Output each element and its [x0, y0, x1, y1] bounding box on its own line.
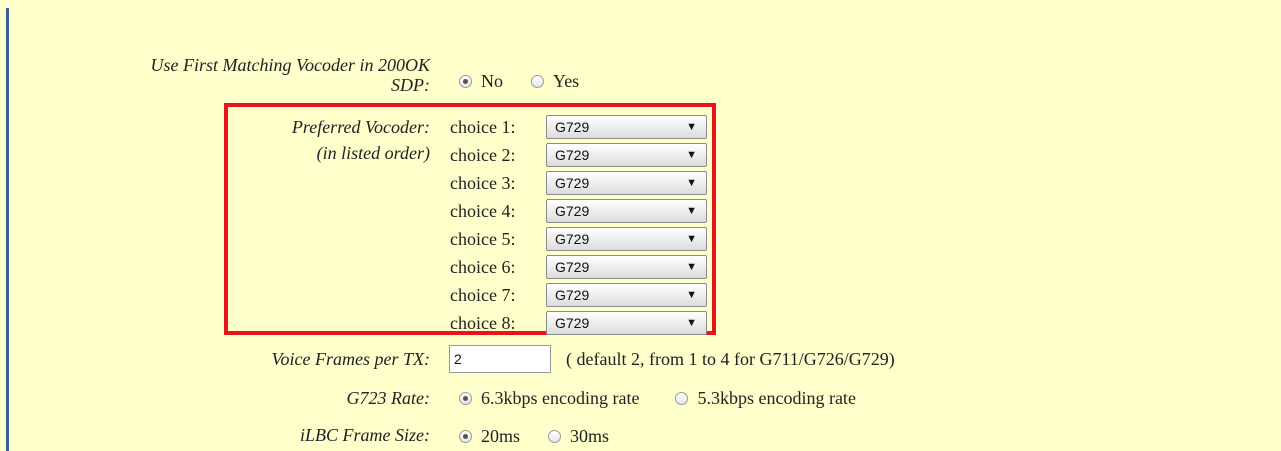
chevron-down-icon: ▼: [686, 149, 697, 161]
vocoder-choice-label: choice 8:: [450, 313, 516, 333]
select-value: G729: [555, 315, 590, 331]
preferred-vocoder-label-line1: Preferred Vocoder:: [291, 117, 430, 137]
vocoder-200ok-label: Use First Matching Vocoder in 200OK SDP:: [40, 55, 430, 95]
vocoder-choice-label: choice 5:: [450, 229, 516, 249]
vocoder-choice-row: choice 5: G729 ▼: [450, 226, 707, 252]
panel-left-border: [6, 8, 9, 451]
select-value: G729: [555, 203, 590, 219]
voice-frames-input[interactable]: [449, 345, 551, 373]
g723-rate-radio-group: 6.3kbps encoding rate 5.3kbps encoding r…: [459, 388, 884, 408]
chevron-down-icon: ▼: [686, 205, 697, 217]
vocoder-choice-row: choice 1: G729 ▼: [450, 114, 707, 140]
g723-5-3kbps-label[interactable]: 5.3kbps encoding rate: [697, 388, 855, 408]
chevron-down-icon: ▼: [686, 121, 697, 133]
ilbc-20ms-label[interactable]: 20ms: [481, 426, 520, 446]
g723-6-3kbps-label[interactable]: 6.3kbps encoding rate: [481, 388, 639, 408]
vocoder-200ok-no-radio[interactable]: [459, 74, 472, 88]
vocoder-choice-label: choice 3:: [450, 173, 516, 193]
select-value: G729: [555, 147, 590, 163]
codec-settings-panel: Use First Matching Vocoder in 200OK SDP:…: [0, 0, 1281, 451]
chevron-down-icon: ▼: [686, 261, 697, 273]
select-value: G729: [555, 259, 590, 275]
vocoder-choice-label: choice 4:: [450, 201, 516, 221]
g723-5-3kbps-radio[interactable]: [675, 391, 689, 405]
voice-frames-label: Voice Frames per TX:: [271, 349, 430, 369]
select-value: G729: [555, 231, 590, 247]
chevron-down-icon: ▼: [686, 177, 697, 189]
vocoder-200ok-no-label[interactable]: No: [481, 71, 503, 91]
vocoder-choice-row: choice 4: G729 ▼: [450, 198, 707, 224]
vocoder-choice-1-select[interactable]: G729 ▼: [546, 115, 707, 139]
vocoder-choice-label: choice 2:: [450, 145, 516, 165]
vocoder-200ok-yes-label[interactable]: Yes: [553, 71, 579, 91]
select-value: G729: [555, 119, 590, 135]
vocoder-choice-row: choice 8: G729 ▼: [450, 310, 707, 336]
chevron-down-icon: ▼: [686, 233, 697, 245]
vocoder-choice-row: choice 2: G729 ▼: [450, 142, 707, 168]
vocoder-choice-7-select[interactable]: G729 ▼: [546, 283, 707, 307]
select-value: G729: [555, 175, 590, 191]
vocoder-choice-row: choice 3: G729 ▼: [450, 170, 707, 196]
vocoder-200ok-label-line2: SDP:: [391, 75, 430, 95]
ilbc-30ms-label[interactable]: 30ms: [570, 426, 609, 446]
vocoder-choice-8-select[interactable]: G729 ▼: [546, 311, 707, 335]
chevron-down-icon: ▼: [686, 289, 697, 301]
vocoder-choice-label: choice 1:: [450, 117, 516, 137]
vocoder-choice-5-select[interactable]: G729 ▼: [546, 227, 707, 251]
vocoder-choice-row: choice 6: G729 ▼: [450, 254, 707, 280]
preferred-vocoder-label-line2: (in listed order): [316, 143, 430, 163]
vocoder-choice-label: choice 6:: [450, 257, 516, 277]
vocoder-choice-label: choice 7:: [450, 285, 516, 305]
voice-frames-hint: ( default 2, from 1 to 4 for G711/G726/G…: [566, 349, 895, 369]
g723-rate-label: G723 Rate:: [346, 388, 430, 408]
vocoder-choice-3-select[interactable]: G729 ▼: [546, 171, 707, 195]
g723-6-3kbps-radio[interactable]: [459, 391, 472, 405]
chevron-down-icon: ▼: [686, 317, 697, 329]
vocoder-200ok-yes-radio[interactable]: [531, 74, 544, 88]
vocoder-choice-row: choice 7: G729 ▼: [450, 282, 707, 308]
vocoder-200ok-radio-group: No Yes: [459, 71, 607, 91]
select-value: G729: [555, 287, 590, 303]
ilbc-frame-size-label: iLBC Frame Size:: [300, 425, 430, 445]
vocoder-choice-2-select[interactable]: G729 ▼: [546, 143, 707, 167]
ilbc-frame-size-radio-group: 20ms 30ms: [459, 426, 637, 446]
vocoder-choice-4-select[interactable]: G729 ▼: [546, 199, 707, 223]
ilbc-20ms-radio[interactable]: [459, 429, 472, 443]
ilbc-30ms-radio[interactable]: [548, 429, 562, 443]
preferred-vocoder-label: Preferred Vocoder: (in listed order): [200, 117, 430, 163]
vocoder-200ok-label-line1: Use First Matching Vocoder in 200OK: [150, 55, 430, 75]
vocoder-choice-6-select[interactable]: G729 ▼: [546, 255, 707, 279]
